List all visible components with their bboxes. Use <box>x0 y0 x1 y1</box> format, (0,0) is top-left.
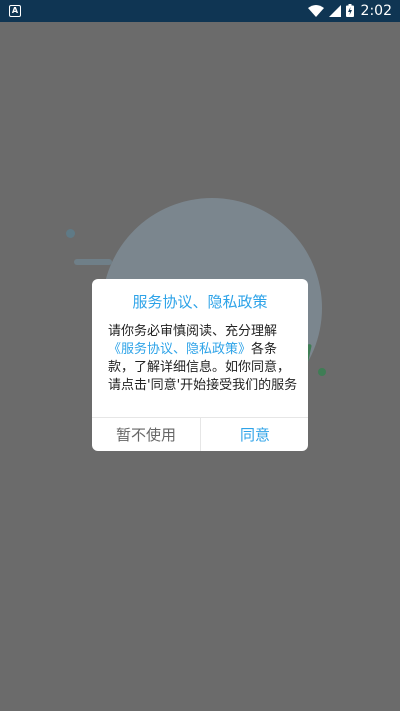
dialog-message-prefix: 请你务必审慎阅读、充分理解 <box>108 324 278 339</box>
agree-button[interactable]: 同意 <box>201 418 308 451</box>
status-bar: A 2:02 <box>0 0 400 22</box>
splash-decoration-dash <box>74 259 112 265</box>
policy-link[interactable]: 《服务协议、隐私政策》 <box>108 342 251 357</box>
splash-decoration-dot <box>66 229 75 238</box>
cell-signal-icon <box>328 2 341 21</box>
dialog-title: 服务协议、隐私政策 <box>132 293 268 311</box>
app-notification-icon: A <box>9 5 21 17</box>
wifi-icon <box>307 2 324 21</box>
dialog-message: 请你务必审慎阅读、充分理解《服务协议、隐私政策》各条款，了解详细信息。如你同意，… <box>108 323 298 395</box>
privacy-policy-dialog: 服务协议、隐私政策 请你务必审慎阅读、充分理解《服务协议、隐私政策》各条款，了解… <box>92 279 308 451</box>
splash-decoration-dot <box>318 368 326 376</box>
decline-button[interactable]: 暂不使用 <box>92 418 200 451</box>
clock: 2:02 <box>360 3 392 19</box>
battery-icon <box>345 2 354 21</box>
